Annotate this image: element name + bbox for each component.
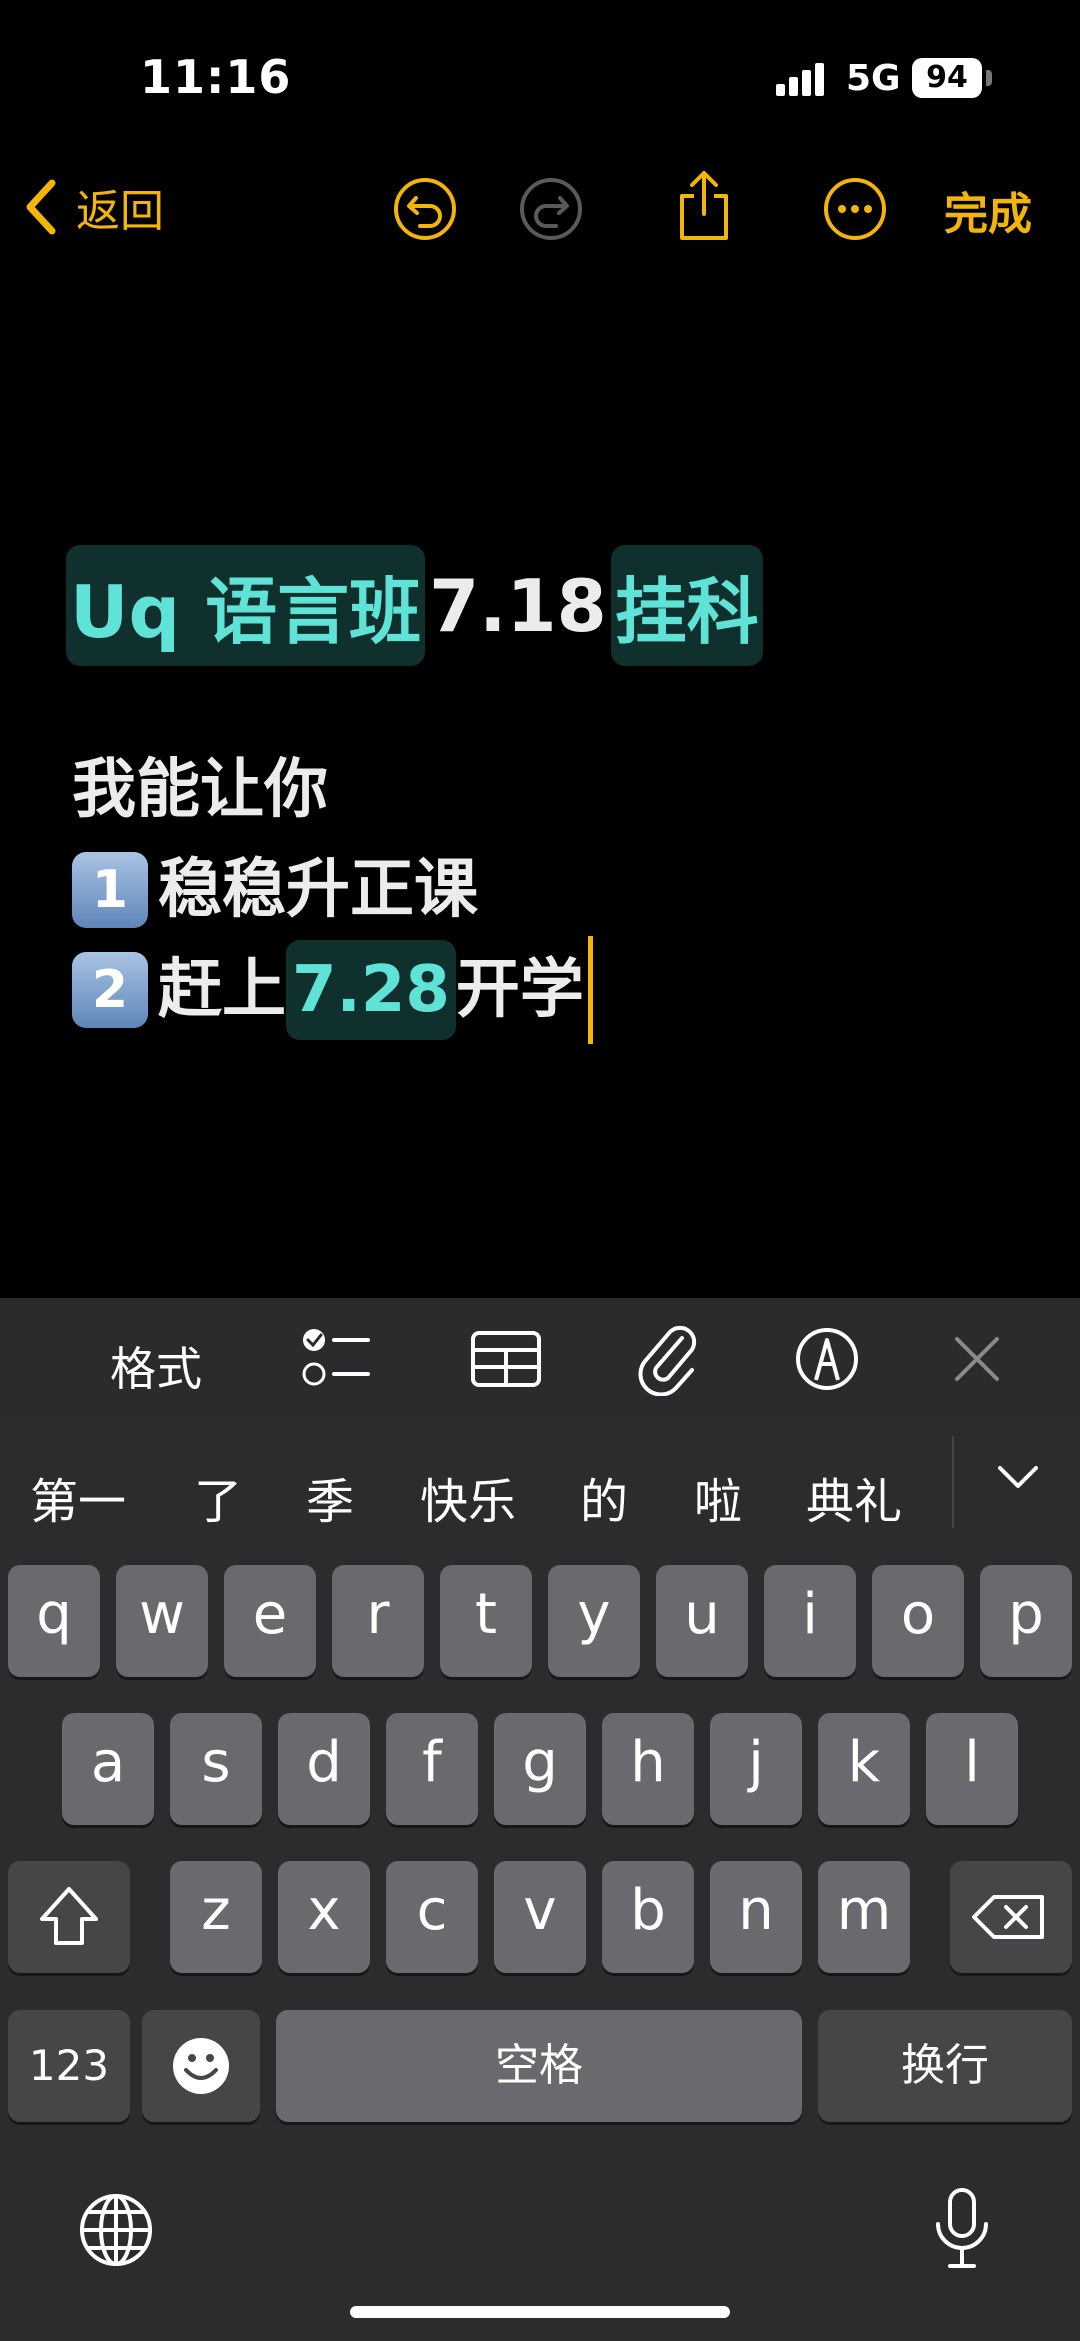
battery-tip: [986, 70, 992, 86]
key-y[interactable]: y: [548, 1565, 640, 1677]
title-segment-highlight: Uq 语言班: [66, 545, 426, 666]
key-l[interactable]: l: [926, 1713, 1018, 1825]
candidate-word[interactable]: 第一: [30, 1462, 126, 1532]
note-line: 我能让你: [72, 753, 328, 827]
candidate-word[interactable]: 快乐: [420, 1462, 516, 1532]
candidate-word[interactable]: 季: [306, 1462, 354, 1532]
key-v[interactable]: v: [494, 1861, 586, 1973]
candidate-word[interactable]: 典礼: [806, 1462, 902, 1532]
shift-icon: [40, 1887, 98, 1945]
candidate-divider: [952, 1436, 954, 1528]
redo-icon[interactable]: [518, 176, 584, 242]
network-type: 5G: [846, 58, 901, 99]
emoji-key[interactable]: [142, 2010, 260, 2122]
key-r[interactable]: r: [332, 1565, 424, 1677]
home-indicator[interactable]: [350, 2306, 730, 2318]
key-n[interactable]: n: [710, 1861, 802, 1973]
format-button[interactable]: 格式: [110, 1333, 202, 1399]
status-time: 11:16: [140, 50, 292, 104]
shift-key[interactable]: [8, 1861, 130, 1973]
note-line: 2 赶上 7.28 开学: [72, 936, 593, 1044]
keycap-number-badge: 1: [72, 852, 148, 928]
backspace-icon: [972, 1895, 1044, 1939]
battery-icon: 94: [912, 58, 982, 98]
microphone-icon[interactable]: [930, 2186, 994, 2272]
chevron-down-icon[interactable]: [994, 1462, 1042, 1494]
chevron-left-icon: [26, 179, 56, 235]
candidate-word[interactable]: 的: [580, 1462, 628, 1532]
key-c[interactable]: c: [386, 1861, 478, 1973]
note-body[interactable]: 我能让你 1 稳稳升正课 2 赶上 7.28 开学: [72, 740, 593, 1044]
numbers-key[interactable]: 123: [8, 2010, 130, 2122]
key-s[interactable]: s: [170, 1713, 262, 1825]
return-key[interactable]: 换行: [818, 2010, 1072, 2122]
key-k[interactable]: k: [818, 1713, 910, 1825]
close-icon[interactable]: [952, 1334, 1002, 1384]
key-m[interactable]: m: [818, 1861, 910, 1973]
key-b[interactable]: b: [602, 1861, 694, 1973]
markup-pen-icon[interactable]: [794, 1326, 860, 1392]
undo-icon[interactable]: [392, 176, 458, 242]
title-segment-date: 7.18: [429, 563, 607, 648]
back-button[interactable]: 返回: [22, 172, 164, 242]
checklist-icon[interactable]: [300, 1326, 372, 1390]
candidate-word[interactable]: 了: [194, 1462, 242, 1532]
done-button[interactable]: 完成: [944, 178, 1032, 242]
note-line-text: 稳稳升正课: [158, 853, 478, 927]
space-key[interactable]: 空格: [276, 2010, 802, 2122]
candidate-bar: [0, 1416, 1080, 1556]
candidate-word[interactable]: 啦: [694, 1462, 742, 1532]
key-o[interactable]: o: [872, 1565, 964, 1677]
cellular-signal-icon: [776, 63, 824, 96]
key-g[interactable]: g: [494, 1713, 586, 1825]
note-title[interactable]: Uq 语言班 7.18 挂科: [66, 545, 763, 666]
delete-key[interactable]: [950, 1861, 1072, 1973]
key-w[interactable]: w: [116, 1565, 208, 1677]
title-segment-highlight: 挂科: [610, 545, 763, 666]
note-line: 1 稳稳升正课: [72, 840, 593, 940]
key-u[interactable]: u: [656, 1565, 748, 1677]
back-label: 返回: [76, 186, 164, 237]
key-f[interactable]: f: [386, 1713, 478, 1825]
key-x[interactable]: x: [278, 1861, 370, 1973]
key-j[interactable]: j: [710, 1713, 802, 1825]
globe-icon[interactable]: [78, 2192, 154, 2268]
keycap-number-badge: 2: [72, 952, 148, 1028]
note-line-text: 赶上: [158, 953, 286, 1027]
key-i[interactable]: i: [764, 1565, 856, 1677]
key-h[interactable]: h: [602, 1713, 694, 1825]
key-q[interactable]: q: [8, 1565, 100, 1677]
attachment-icon[interactable]: [636, 1322, 700, 1396]
note-line-text: 开学: [455, 953, 584, 1027]
text-cursor: [587, 936, 593, 1044]
key-e[interactable]: e: [224, 1565, 316, 1677]
key-a[interactable]: a: [62, 1713, 154, 1825]
emoji-icon: [173, 2038, 229, 2094]
highlighted-date: 7.28: [286, 940, 456, 1040]
key-z[interactable]: z: [170, 1861, 262, 1973]
key-p[interactable]: p: [980, 1565, 1072, 1677]
more-options-icon[interactable]: [822, 176, 888, 242]
table-icon[interactable]: [470, 1330, 542, 1388]
key-d[interactable]: d: [278, 1713, 370, 1825]
key-t[interactable]: t: [440, 1565, 532, 1677]
share-icon[interactable]: [672, 168, 736, 244]
